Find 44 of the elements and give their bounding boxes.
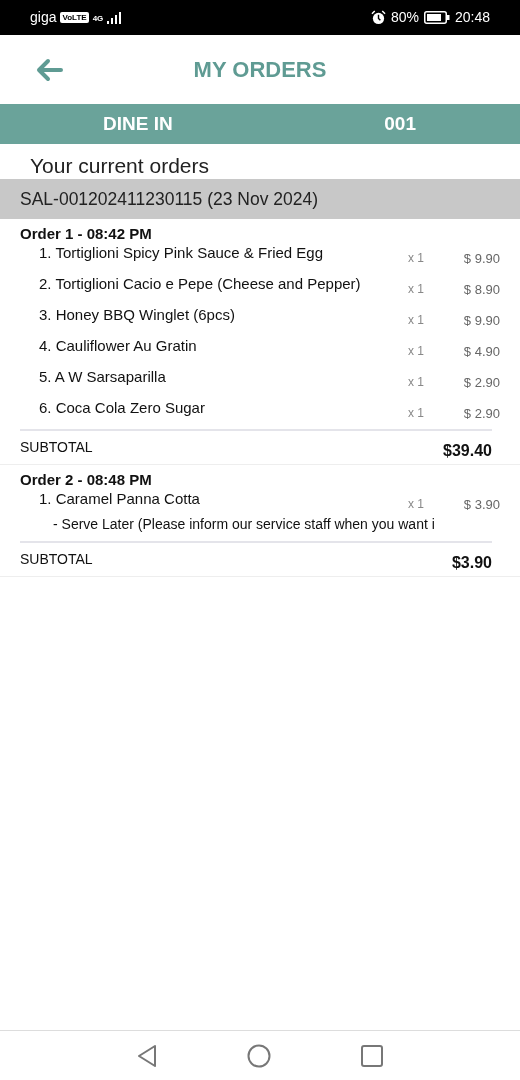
item-price: $ 8.90 bbox=[462, 281, 500, 299]
section-title: Your current orders bbox=[29, 153, 210, 179]
network-label: 4G bbox=[92, 15, 104, 23]
subtotal-label: SUBTOTAL bbox=[20, 438, 93, 457]
item-price: $ 2.90 bbox=[462, 374, 500, 392]
item-price: $ 3.90 bbox=[462, 496, 500, 514]
item-price: $ 4.90 bbox=[462, 343, 500, 361]
item-quantity: x 1 bbox=[408, 343, 425, 360]
item-quantity: x 1 bbox=[408, 312, 425, 329]
subtotal-amount: $3.90 bbox=[451, 552, 492, 573]
alarm-icon bbox=[370, 10, 386, 25]
page-title: MY ORDERS bbox=[193, 56, 327, 84]
bill-id: SAL-001202411230115 (23 Nov 2024) bbox=[20, 187, 319, 211]
recents-icon[interactable] bbox=[361, 1044, 383, 1067]
volte-badge: VoLTE bbox=[60, 12, 89, 23]
item-quantity: x 1 bbox=[408, 281, 425, 298]
signal-icon bbox=[107, 11, 122, 24]
battery-percent: 80% bbox=[390, 8, 419, 27]
table-number: 001 bbox=[384, 111, 416, 136]
item-name: 2. Tortiglioni Cacio e Pepe (Cheese and Pepper) bbox=[39, 274, 361, 294]
item-name: 1. Caramel Panna Cotta bbox=[39, 489, 200, 509]
subtotal-label: SUBTOTAL bbox=[20, 550, 93, 569]
dining-mode: DINE IN bbox=[103, 111, 173, 136]
item-quantity: x 1 bbox=[408, 405, 425, 422]
order-title: Order 2 - 08:48 PM bbox=[20, 471, 153, 489]
item-quantity: x 1 bbox=[408, 250, 425, 267]
item-price: $ 9.90 bbox=[462, 312, 500, 330]
item-price: $ 2.90 bbox=[462, 405, 500, 423]
item-note: - Serve Later (Please inform our service staff when you want i bbox=[53, 515, 436, 534]
item-quantity: x 1 bbox=[408, 374, 425, 391]
home-icon[interactable] bbox=[247, 1043, 271, 1068]
item-price: $ 9.90 bbox=[462, 250, 500, 268]
item-name: 3. Honey BBQ Winglet (6pcs) bbox=[39, 305, 235, 325]
item-name: 6. Coca Cola Zero Sugar bbox=[39, 398, 205, 418]
carrier-label: giga bbox=[30, 8, 57, 27]
item-name: 1. Tortiglioni Spicy Pink Sauce & Fried Egg bbox=[39, 243, 324, 263]
clock: 20:48 bbox=[454, 8, 490, 27]
item-quantity: x 1 bbox=[408, 496, 425, 513]
item-name: 4. Cauliflower Au Gratin bbox=[39, 336, 197, 356]
subtotal-amount: $39.40 bbox=[443, 440, 492, 461]
order-title: Order 1 - 08:42 PM bbox=[20, 225, 153, 243]
back-nav-icon[interactable] bbox=[137, 1043, 157, 1068]
battery-icon bbox=[423, 11, 450, 24]
item-name: 5. A W Sarsaparilla bbox=[39, 367, 166, 387]
